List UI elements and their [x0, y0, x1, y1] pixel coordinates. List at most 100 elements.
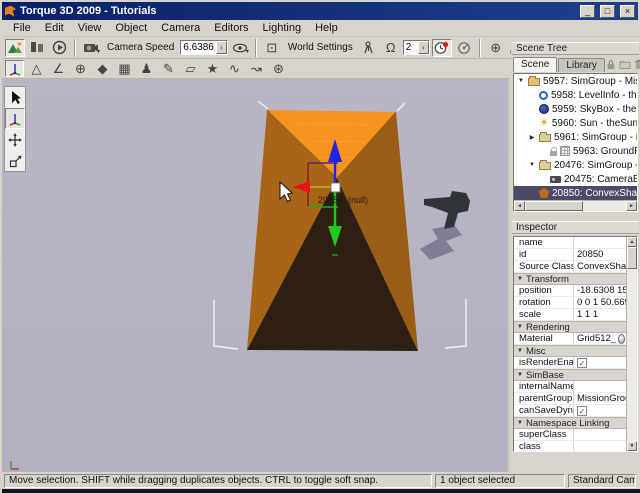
world-editor-button[interactable]: [5, 39, 25, 57]
river-curve-tool[interactable]: ∿: [225, 60, 244, 77]
scroll-left-button[interactable]: ◄: [514, 201, 525, 211]
frame-selection-button[interactable]: ⊡: [262, 39, 282, 57]
menu-object[interactable]: Object: [108, 21, 154, 35]
sheet-plane-tool[interactable]: ▱: [181, 60, 200, 77]
inspector-row: name: [514, 237, 637, 249]
inspector-section[interactable]: ▼Transform: [514, 273, 637, 285]
player-count-spinner[interactable]: ›: [418, 41, 429, 54]
dial-button[interactable]: [454, 39, 474, 57]
lock-icon[interactable]: [606, 59, 616, 70]
tree-item[interactable]: 20850: ConvexShape: [514, 186, 637, 200]
omega-button[interactable]: Ω: [381, 39, 401, 57]
wheel-tool[interactable]: ⊛: [269, 60, 288, 77]
folder-icon[interactable]: [619, 59, 631, 70]
gizmo-axes-tool[interactable]: [5, 60, 24, 77]
inspector-section[interactable]: ▼SimBase: [514, 369, 637, 381]
timer-button[interactable]: [432, 39, 452, 57]
play-icon: [52, 40, 67, 55]
road-path-tool[interactable]: ↝: [247, 60, 266, 77]
maximize-button[interactable]: □: [600, 5, 615, 18]
menu-file[interactable]: File: [6, 21, 38, 35]
gizmo-center-handle[interactable]: [331, 183, 340, 192]
expander-icon[interactable]: ▶: [528, 134, 536, 141]
scroll-up-button[interactable]: ▲: [627, 237, 637, 247]
scale-tool-button[interactable]: [5, 150, 25, 171]
field-label: Material: [514, 333, 574, 344]
menu-camera[interactable]: Camera: [154, 21, 207, 35]
tree-item-label: 20476: SimGroup - CameraBoo: [554, 160, 637, 171]
field-value-text: Grid512_: [577, 333, 616, 344]
checkbox-checked[interactable]: ✓: [577, 406, 587, 416]
inspector-section[interactable]: ▼Rendering: [514, 321, 637, 333]
world-settings-label[interactable]: World Settings: [284, 42, 357, 53]
terrain-editor-tool[interactable]: △: [27, 60, 46, 77]
tree-item[interactable]: ▼ 20476: SimGroup - CameraBoo: [514, 158, 637, 172]
convex-block-tool[interactable]: ◆: [93, 60, 112, 77]
tree-item[interactable]: 20475: CameraBookmark [N: [514, 172, 637, 186]
tree-item-label: 20475: CameraBookmark [N: [564, 174, 637, 185]
tree-item[interactable]: ▶5961: SimGroup - PlayerDropP: [514, 130, 637, 144]
expander-icon[interactable]: ▼: [528, 162, 536, 168]
selection-bracket: [258, 101, 268, 109]
trash-icon[interactable]: [634, 59, 640, 70]
menu-view[interactable]: View: [71, 21, 109, 35]
move-gizmo-tool-button[interactable]: [5, 108, 25, 129]
player-count-value[interactable]: 2: [404, 42, 418, 53]
section-label: Misc: [526, 346, 546, 357]
status-bar: Move selection. SHIFT while dragging dup…: [2, 472, 638, 489]
camera-menu-button[interactable]: ▾: [81, 39, 101, 57]
tree-item[interactable]: 5958: LevelInfo - theLevelInfo: [514, 88, 637, 102]
menu-bar: FileEditViewObjectCameraEditorsLightingH…: [2, 20, 638, 37]
folder-icon: [539, 162, 551, 170]
camera-speed-spinner[interactable]: ›: [216, 41, 227, 54]
tree-horizontal-scrollbar[interactable]: ◄ ►: [514, 200, 637, 211]
move-arrows-icon: [8, 133, 22, 147]
feather-brush-tool[interactable]: ✎: [159, 60, 178, 77]
camera-speed-input[interactable]: 6.6386 ›: [180, 40, 228, 55]
drop-player-button[interactable]: [359, 39, 379, 57]
editor-tools-toolbar: △∠⊕◆▦♟✎▱★∿↝⊛: [2, 59, 509, 79]
inspector-section[interactable]: ▼Namespace Linking: [514, 417, 637, 429]
camera-speed-value[interactable]: 6.6386: [181, 42, 216, 53]
material-editor-tool[interactable]: ▦: [115, 60, 134, 77]
decal-stamp-tool[interactable]: ♟: [137, 60, 156, 77]
translate-tool-button[interactable]: [5, 129, 25, 150]
terrain-paint-tool[interactable]: ∠: [49, 60, 68, 77]
3d-viewport[interactable]: 20850: (null): [2, 79, 509, 472]
visibility-button[interactable]: ▾: [230, 39, 250, 57]
menu-lighting[interactable]: Lighting: [256, 21, 309, 35]
tab-scene[interactable]: Scene: [513, 57, 557, 72]
player-count-input[interactable]: 2 ›: [403, 40, 430, 55]
weapon-prop[interactable]: [424, 191, 470, 229]
close-button[interactable]: ×: [620, 5, 635, 18]
tab-library[interactable]: Library: [558, 58, 605, 72]
title-bar[interactable]: Torque 3D 2009 - Tutorials _ □ ×: [2, 2, 638, 20]
scroll-right-button[interactable]: ►: [626, 201, 637, 211]
scroll-down-button[interactable]: ▼: [627, 441, 637, 451]
sphere-primitive-tool[interactable]: ⊕: [71, 60, 90, 77]
select-tool-button[interactable]: [5, 87, 25, 108]
scroll-thumb[interactable]: [627, 247, 637, 269]
checkbox-checked[interactable]: ✓: [577, 358, 587, 368]
inspector-header: Inspector: [512, 221, 639, 234]
tree-item[interactable]: ▼5957: SimGroup - MissionGroup: [514, 74, 637, 88]
field-label: parentGroup: [514, 393, 574, 404]
field-label: scale: [514, 309, 574, 320]
minimize-button[interactable]: _: [580, 5, 595, 18]
gui-editor-button[interactable]: [27, 39, 47, 57]
inspector-scrollbar[interactable]: ▲ ▼: [626, 237, 637, 451]
right-dock-panel: Scene Tree Scene Library ▼5957: SimGroup…: [511, 38, 640, 472]
play-button[interactable]: [49, 39, 69, 57]
particle-star-tool[interactable]: ★: [203, 60, 222, 77]
material-sphere-icon[interactable]: [618, 334, 625, 344]
inspector-section[interactable]: ▼Misc: [514, 345, 637, 357]
menu-edit[interactable]: Edit: [38, 21, 71, 35]
add-object-button[interactable]: ⊕: [486, 39, 506, 57]
scroll-thumb[interactable]: [525, 201, 583, 211]
tree-item[interactable]: 5959: SkyBox - theSky: [514, 102, 637, 116]
tree-item[interactable]: ☀5960: Sun - theSun: [514, 116, 637, 130]
menu-editors[interactable]: Editors: [207, 21, 255, 35]
expander-icon[interactable]: ▼: [517, 78, 525, 84]
tree-item[interactable]: 5963: GroundPlane: [514, 144, 637, 158]
menu-help[interactable]: Help: [308, 21, 345, 35]
